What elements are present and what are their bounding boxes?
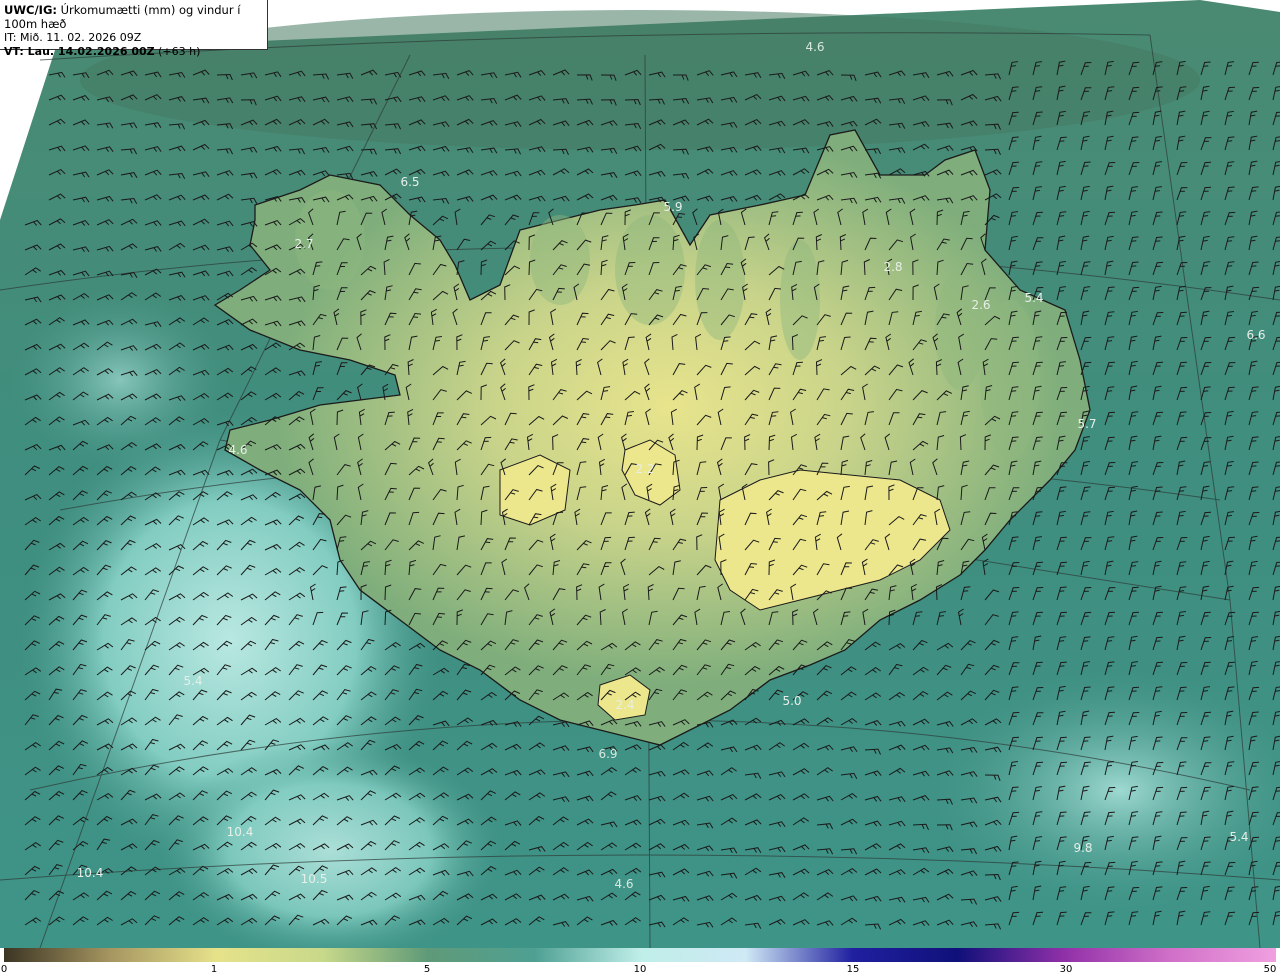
colorbar-tick: 15 xyxy=(846,964,860,975)
colorbar-strip xyxy=(4,948,1276,962)
precip-value-label: 4.6 xyxy=(614,877,633,891)
precip-value-label: 5.4 xyxy=(1229,830,1248,844)
precip-value-label: 10.4 xyxy=(77,866,104,880)
colorbar: 0 1 5 10 15 30 50 xyxy=(0,948,1280,978)
precip-value-label: 2.7 xyxy=(294,237,313,251)
precip-value-label: 5.4 xyxy=(1024,291,1043,305)
precip-value-label: 6.9 xyxy=(598,747,617,761)
init-time: IT: Mið. 11. 02. 2026 09Z xyxy=(4,31,142,44)
precip-value-label: 10.4 xyxy=(227,825,254,839)
sea-highlight-w xyxy=(10,290,230,470)
colorbar-tick: 10 xyxy=(633,964,647,975)
map-header: UWC/IG: Úrkomumætti (mm) og vindur í 100… xyxy=(0,0,268,58)
precip-value-label: 6.5 xyxy=(400,175,419,189)
colorbar-tick: 1 xyxy=(210,964,218,975)
precip-value-label: 5.7 xyxy=(1077,417,1096,431)
precip-value-label: 2.8 xyxy=(883,260,902,274)
precipitation-map: 4.6 6.5 2.7 5.9 2.8 2.6 5.4 6.6 5.7 4.6 2.2 5.4 5.0 2… xyxy=(0,0,1280,948)
precip-value-label: 4.6 xyxy=(805,40,824,54)
precip-value-label: 2.4 xyxy=(615,698,634,712)
valid-time: VT: Lau. 14.02.2026 00Z (+63 h) xyxy=(4,45,263,59)
forecast-offset: (+63 h) xyxy=(154,45,201,58)
precip-value-label: 10.5 xyxy=(301,872,328,886)
model-name: UWC/IG: xyxy=(4,3,57,17)
precip-value-label: 4.6 xyxy=(228,443,247,457)
precip-value-label: 9.8 xyxy=(1073,841,1092,855)
precip-value-label: 2.2 xyxy=(635,462,654,476)
colorbar-tick: 5 xyxy=(423,964,431,975)
precip-value-label: 2.6 xyxy=(971,298,990,312)
colorbar-tick: 0 xyxy=(0,964,8,975)
precip-value-label: 6.6 xyxy=(1246,328,1265,342)
valid-time-label: VT: Lau. 14.02.2026 00Z xyxy=(4,45,155,58)
precip-value-label: 5.0 xyxy=(782,694,801,708)
colorbar-tick: 50 xyxy=(1263,964,1277,975)
colorbar-tick: 30 xyxy=(1059,964,1073,975)
header-title: UWC/IG: Úrkomumætti (mm) og vindur í 100… xyxy=(4,3,263,31)
precip-value-label: 5.4 xyxy=(183,674,202,688)
precip-value-label: 5.9 xyxy=(663,200,682,214)
